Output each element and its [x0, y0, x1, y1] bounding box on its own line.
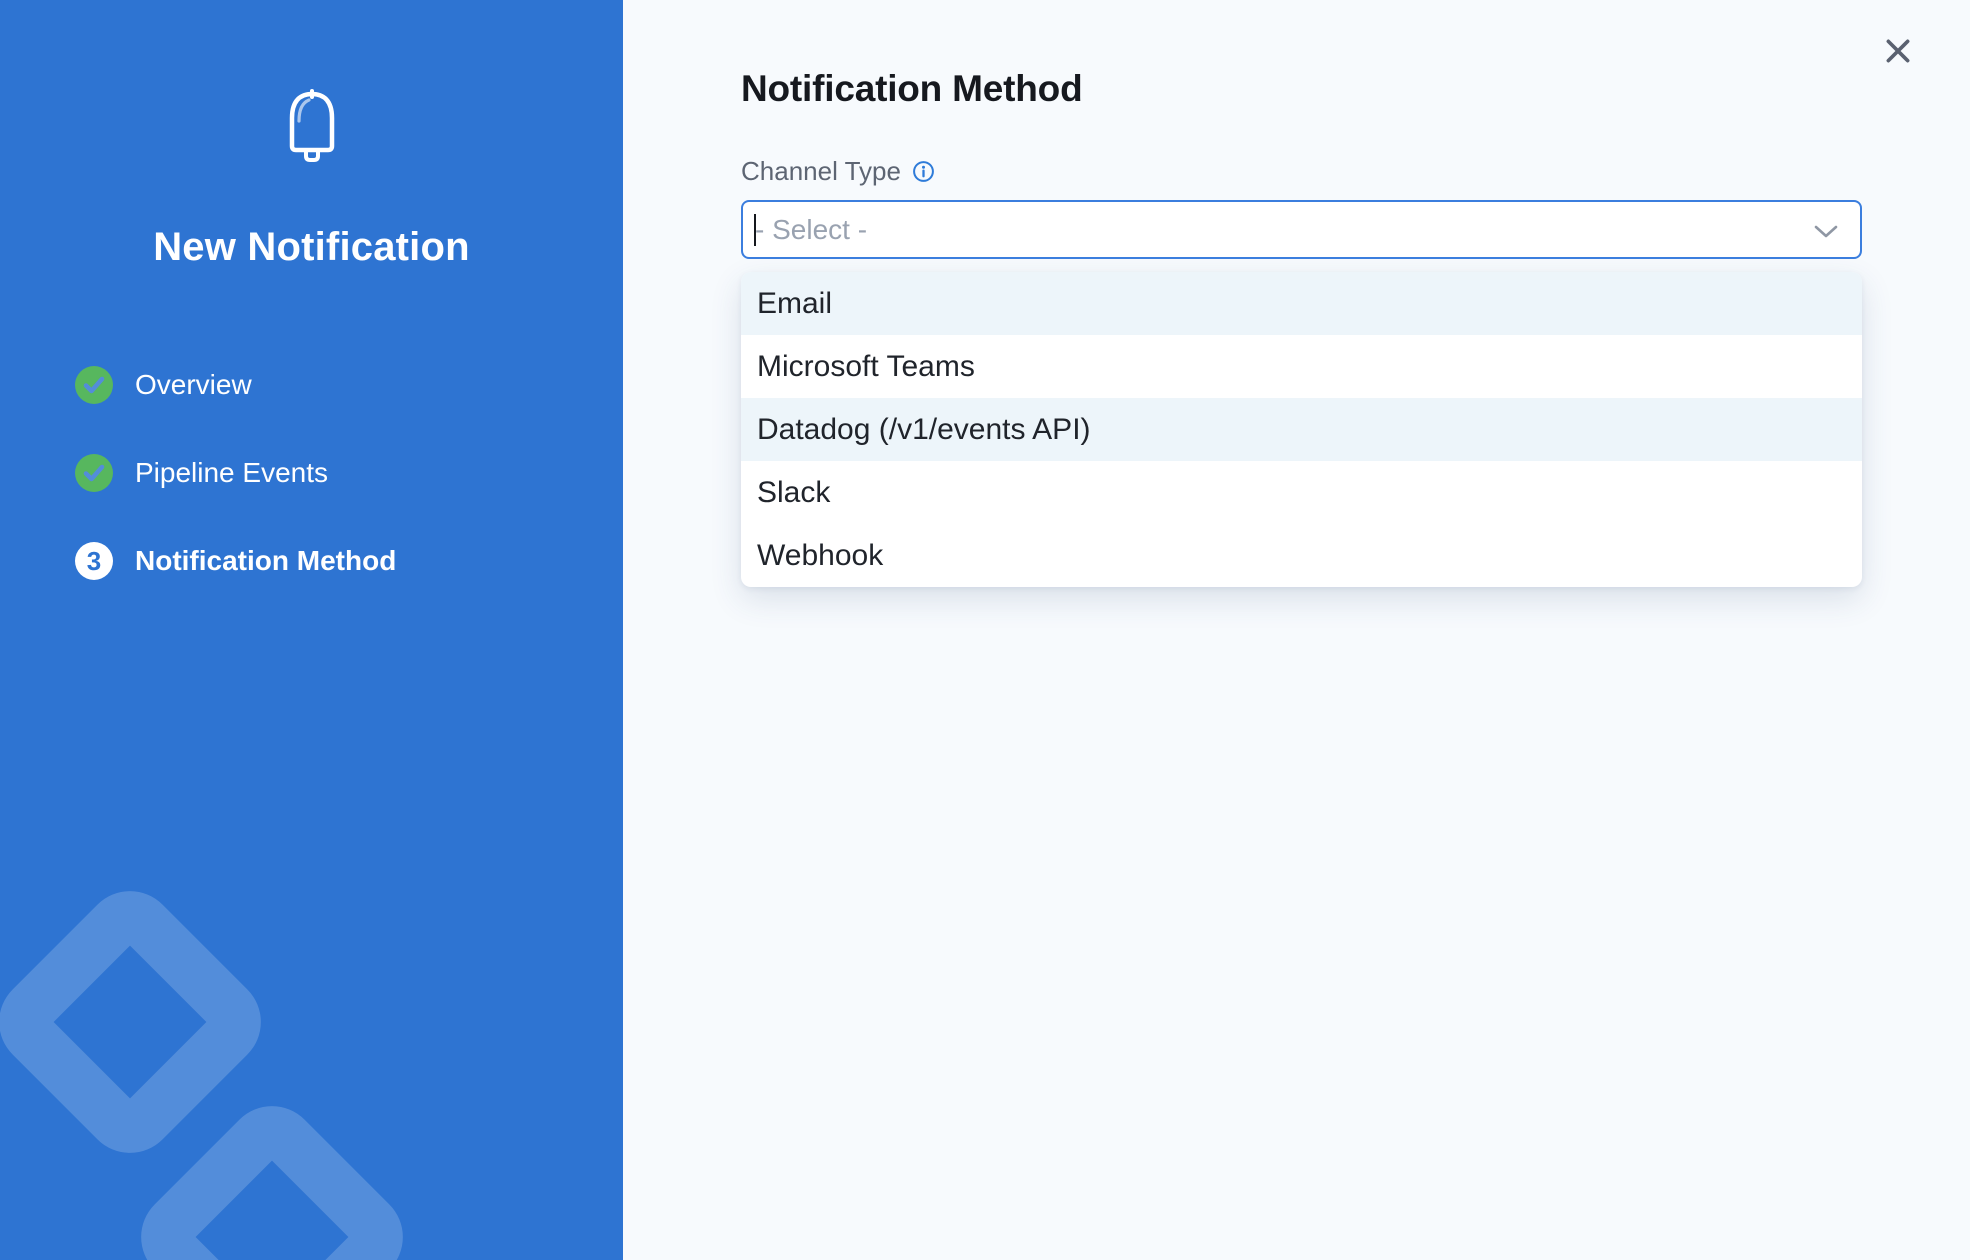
option-microsoft-teams[interactable]: Microsoft Teams: [741, 335, 1862, 398]
option-email[interactable]: Email: [741, 272, 1862, 335]
channel-type-select[interactable]: - Select -: [741, 200, 1862, 259]
new-notification-dialog: New Notification Overview Pipeline Event…: [0, 0, 1970, 1260]
wizard-steps: Overview Pipeline Events 3 Notification …: [0, 366, 623, 580]
select-placeholder: - Select -: [755, 214, 867, 246]
wizard-title: New Notification: [0, 225, 623, 270]
close-button[interactable]: [1882, 36, 1914, 68]
step-overview[interactable]: Overview: [75, 366, 623, 404]
step-notification-method[interactable]: 3 Notification Method: [75, 542, 623, 580]
step-complete-icon: [75, 366, 113, 404]
bell-icon: [280, 88, 344, 166]
close-icon: [1883, 36, 1913, 66]
info-icon[interactable]: [912, 160, 935, 183]
channel-type-label: Channel Type: [741, 156, 901, 187]
step-number-badge: 3: [75, 542, 113, 580]
step-complete-icon: [75, 454, 113, 492]
channel-type-dropdown: Email Microsoft Teams Datadog (/v1/event…: [741, 272, 1862, 587]
step-label: Pipeline Events: [135, 457, 328, 489]
step-label: Notification Method: [135, 545, 396, 577]
wizard-sidebar: New Notification Overview Pipeline Event…: [0, 0, 623, 1260]
notification-method-panel: Notification Method Channel Type - Selec…: [623, 0, 1970, 1260]
page-title: Notification Method: [741, 0, 1862, 110]
option-slack[interactable]: Slack: [741, 461, 1862, 524]
step-label: Overview: [135, 369, 252, 401]
step-pipeline-events[interactable]: Pipeline Events: [75, 454, 623, 492]
option-webhook[interactable]: Webhook: [741, 524, 1862, 587]
option-datadog[interactable]: Datadog (/v1/events API): [741, 398, 1862, 461]
chevron-down-icon: [1814, 225, 1838, 238]
